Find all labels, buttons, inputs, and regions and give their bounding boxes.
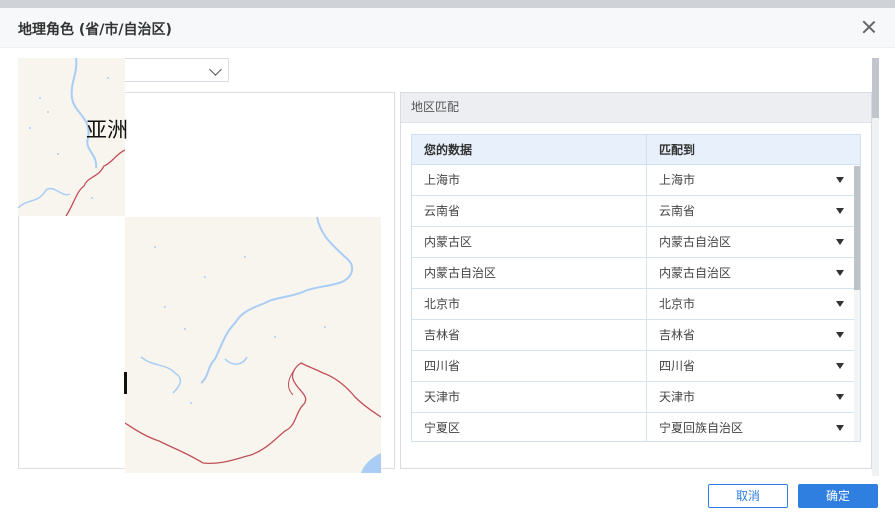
your-data-cell: 上海市 [412,165,647,195]
caret-down-icon [836,239,844,245]
match-value: 四川省 [659,359,696,373]
caret-down-icon [836,177,844,183]
column-your-data: 您的数据 [412,135,647,164]
caret-down-icon [836,332,844,338]
region-select[interactable] [124,58,229,82]
caret-down-icon [836,301,844,307]
table-row: 云南省 云南省 [412,196,860,227]
table-row: 吉林省 吉林省 [412,320,860,351]
column-match-to: 匹配到 [659,143,696,157]
caret-down-icon [836,270,844,276]
your-data-cell: 四川省 [412,351,647,381]
table-body: 上海市 上海市 云南省 云南省 内蒙古区 内蒙古自治区 内蒙古自治区 内蒙古自治区 北京市 北京市… [412,165,860,441]
match-value: 吉林省 [659,328,696,342]
dialog-scrollbar[interactable] [872,58,879,476]
your-data-cell: 天津市 [412,382,647,412]
map-label-asia: 亚洲 [86,118,128,142]
match-value: 内蒙古自治区 [659,266,732,280]
your-data-cell: 吉林省 [412,320,647,350]
your-data-cell: 云南省 [412,196,647,226]
match-dropdown[interactable]: 内蒙古自治区 [647,258,856,288]
table-row: 内蒙古区 内蒙古自治区 [412,227,860,258]
match-value: 北京市 [659,297,696,311]
table-row: 宁夏区 宁夏回族自治区 [412,413,860,441]
chevron-down-icon [209,63,222,76]
match-value: 云南省 [659,204,696,218]
your-data-cell: 内蒙古区 [412,227,647,257]
match-value: 内蒙古自治区 [659,235,732,249]
table-row: 内蒙古自治区 内蒙古自治区 [412,258,860,289]
table-scroll-thumb[interactable] [854,166,860,290]
dialog-title: 地理角色 (省/市/自治区) [18,22,172,38]
match-dropdown[interactable]: 上海市 [647,165,856,195]
cancel-button[interactable]: 取消 [708,484,788,508]
match-dropdown[interactable]: 北京市 [647,289,856,319]
your-data-cell: 北京市 [412,289,647,319]
match-value: 宁夏回族自治区 [659,421,744,435]
caret-down-icon [836,394,844,400]
table-row: 天津市 天津市 [412,382,860,413]
table-row: 上海市 上海市 [412,165,860,196]
match-dropdown[interactable]: 宁夏回族自治区 [647,413,856,441]
your-data-cell: 宁夏区 [412,413,647,441]
dialog-scroll-thumb[interactable] [872,58,879,118]
match-value: 上海市 [659,173,696,187]
match-dropdown[interactable]: 云南省 [647,196,856,226]
table-row: 北京市 北京市 [412,289,860,320]
match-value: 天津市 [659,390,696,404]
match-dropdown[interactable]: 天津市 [647,382,856,412]
your-data-cell: 内蒙古自治区 [412,258,647,288]
background-strip [0,0,895,8]
match-table: 您的数据 匹配到 上海市 上海市 云南省 云南省 内蒙古区 内蒙古自治区 内蒙古自治区 内蒙古… [411,134,861,442]
dialog-header: 地理角色 (省/市/自治区) [0,8,895,48]
close-icon[interactable] [861,19,877,35]
caret-down-icon [836,363,844,369]
caret-down-icon [836,208,844,214]
confirm-button[interactable]: 确定 [798,484,878,508]
table-header: 您的数据 匹配到 [412,135,860,165]
geo-role-dialog: 地理角色 (省/市/自治区) 亚洲 地区匹配 您的数据 匹配到 上海市 上海市 … [0,0,895,516]
match-dropdown[interactable]: 内蒙古自治区 [647,227,856,257]
table-scrollbar[interactable] [854,166,860,441]
panel-title: 地区匹配 [401,93,871,123]
map-tile-lower [125,217,381,473]
table-row: 四川省 四川省 [412,351,860,382]
caret-down-icon [836,425,844,431]
match-dropdown[interactable]: 四川省 [647,351,856,381]
region-match-panel: 地区匹配 您的数据 匹配到 上海市 上海市 云南省 云南省 内蒙古区 内蒙古自治区 内蒙古自… [400,92,872,469]
match-dropdown[interactable]: 吉林省 [647,320,856,350]
map-label-fragment [124,372,127,394]
